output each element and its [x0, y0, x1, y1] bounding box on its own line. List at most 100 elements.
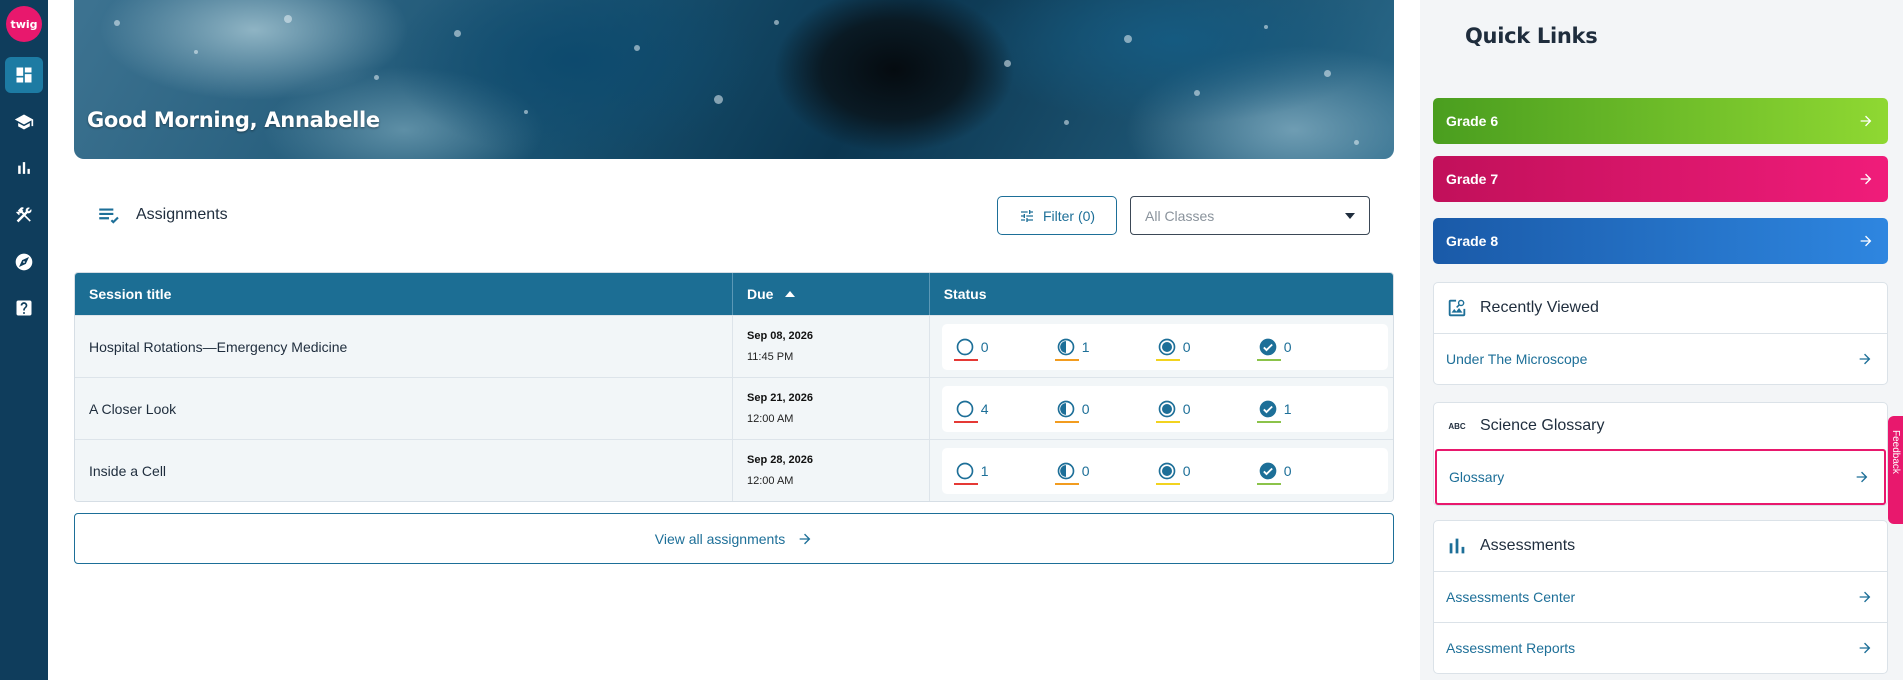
not-started-count: 1: [980, 462, 989, 479]
assessments-title: Assessments: [1480, 537, 1576, 554]
twig-logo[interactable]: twig: [6, 6, 42, 42]
help-nav-icon[interactable]: [5, 290, 43, 326]
status-not-started[interactable]: 4: [942, 386, 1043, 432]
feedback-tab[interactable]: Feedback: [1888, 416, 1903, 524]
feedback-label: Feedback: [1890, 430, 1901, 474]
reports-nav-icon[interactable]: [5, 150, 43, 186]
greeting-title: Good Morning, Annabelle: [87, 108, 380, 132]
science-glossary-header: ABC Science Glossary: [1434, 403, 1887, 449]
status-summary: 1 0 0 0: [941, 447, 1388, 494]
column-due[interactable]: Due: [733, 273, 930, 315]
table-row[interactable]: Hospital Rotations—Emergency Medicine Se…: [75, 315, 1393, 377]
sort-ascending-icon: [785, 291, 796, 297]
status-not-started[interactable]: 0: [942, 324, 1043, 370]
due-date: Sep 08, 2026: [746, 330, 814, 342]
assessment-reports-link[interactable]: Assessment Reports: [1434, 622, 1887, 673]
column-session-title[interactable]: Session title: [75, 273, 733, 315]
filter-button-label: Filter (0): [1042, 207, 1096, 224]
submitted-count: 0: [1182, 400, 1191, 417]
column-due-label: Due: [746, 286, 774, 302]
dashboard-nav-icon[interactable]: [5, 57, 43, 93]
assignment-list-icon: [99, 208, 119, 224]
recently-viewed-card: Recently Viewed Under The Microscope: [1433, 282, 1888, 385]
grade-6-label: Grade 6: [1446, 113, 1499, 129]
not-started-icon: [956, 400, 974, 417]
assessments-header: Assessments: [1434, 521, 1887, 571]
tools-nav-icon[interactable]: [5, 197, 43, 233]
bar-chart-icon: [1449, 538, 1465, 554]
completed-count: 0: [1283, 338, 1292, 355]
table-row[interactable]: Inside a Cell Sep 28, 2026 12:00 AM 1 0: [75, 439, 1393, 501]
table-row[interactable]: A Closer Look Sep 21, 2026 12:00 AM 4 0: [75, 377, 1393, 439]
class-select-value: All Classes: [1145, 207, 1215, 224]
explore-nav-icon[interactable]: [5, 244, 43, 280]
not-started-count: 0: [980, 338, 989, 355]
submitted-count: 0: [1182, 338, 1191, 355]
quick-links-title: Quick Links: [1465, 24, 1598, 48]
status-submitted[interactable]: 0: [1144, 386, 1245, 432]
status-summary: 0 1 0 0: [941, 323, 1388, 370]
grade-8-label: Grade 8: [1446, 233, 1499, 249]
submitted-icon: [1158, 400, 1176, 417]
science-glossary-card: ABC Science Glossary Glossary: [1433, 402, 1888, 506]
class-select[interactable]: All Classes: [1130, 196, 1370, 235]
status-submitted[interactable]: 0: [1144, 448, 1245, 494]
not-started-icon: [956, 338, 974, 355]
recently-viewed-title: Recently Viewed: [1480, 299, 1599, 316]
column-status: Status: [943, 286, 987, 302]
status-summary: 4 0 0 1: [941, 385, 1388, 432]
status-not-started[interactable]: 1: [942, 448, 1043, 494]
grade-8-link[interactable]: Grade 8: [1433, 218, 1888, 264]
status-completed[interactable]: 0: [1245, 324, 1346, 370]
assessments-card: Assessments Assessments Center Assessmen…: [1433, 520, 1888, 674]
grade-7-link[interactable]: Grade 7: [1433, 156, 1888, 202]
completed-check-icon: [1259, 462, 1277, 479]
chevron-down-icon: [1345, 213, 1355, 219]
due-date: Sep 21, 2026: [746, 392, 814, 404]
submitted-icon: [1158, 462, 1176, 479]
assignments-header: Assignments: [96, 202, 228, 228]
view-all-assignments-button[interactable]: View all assignments: [74, 513, 1394, 564]
arrow-right-icon: [1860, 173, 1872, 185]
session-title[interactable]: Hospital Rotations—Emergency Medicine: [89, 339, 347, 355]
not-started-icon: [956, 462, 974, 479]
glossary-link-label: Glossary: [1449, 469, 1505, 485]
completed-check-icon: [1259, 400, 1277, 417]
assessment-reports-label: Assessment Reports: [1446, 640, 1576, 656]
glossary-link[interactable]: Glossary: [1435, 449, 1886, 505]
completed-count: 0: [1283, 462, 1292, 479]
courses-nav-icon[interactable]: [5, 104, 43, 140]
recently-viewed-item[interactable]: Under The Microscope: [1434, 333, 1887, 384]
status-completed[interactable]: 1: [1245, 386, 1346, 432]
not-started-count: 4: [980, 400, 989, 417]
view-all-label: View all assignments: [654, 530, 786, 547]
completed-count: 1: [1283, 400, 1292, 417]
status-in-progress[interactable]: 1: [1043, 324, 1144, 370]
arrow-right-icon: [799, 533, 811, 544]
arrow-right-icon: [1856, 471, 1868, 483]
status-in-progress[interactable]: 0: [1043, 448, 1144, 494]
filter-button[interactable]: Filter (0): [997, 196, 1117, 235]
session-title[interactable]: Inside a Cell: [89, 463, 166, 479]
submitted-icon: [1158, 338, 1176, 355]
status-completed[interactable]: 0: [1245, 448, 1346, 494]
arrow-right-icon: [1860, 235, 1872, 247]
grade-6-link[interactable]: Grade 6: [1433, 98, 1888, 144]
arrow-right-icon: [1859, 642, 1871, 654]
due-date: Sep 28, 2026: [746, 454, 814, 466]
in-progress-icon: [1057, 400, 1075, 417]
arrow-right-icon: [1859, 591, 1871, 603]
status-in-progress[interactable]: 0: [1043, 386, 1144, 432]
arrow-right-icon: [1860, 115, 1872, 127]
assessments-center-link[interactable]: Assessments Center: [1434, 571, 1887, 622]
in-progress-icon: [1057, 338, 1075, 355]
recently-viewed-header: Recently Viewed: [1434, 283, 1887, 333]
sidebar: twig: [0, 0, 48, 680]
assignments-title: Assignments: [136, 206, 228, 223]
session-title[interactable]: A Closer Look: [89, 401, 176, 417]
tune-icon: [1020, 209, 1033, 222]
due-time: 12:00 AM: [746, 413, 794, 425]
science-glossary-title: Science Glossary: [1480, 417, 1605, 434]
status-submitted[interactable]: 0: [1144, 324, 1245, 370]
due-time: 11:45 PM: [746, 351, 794, 363]
